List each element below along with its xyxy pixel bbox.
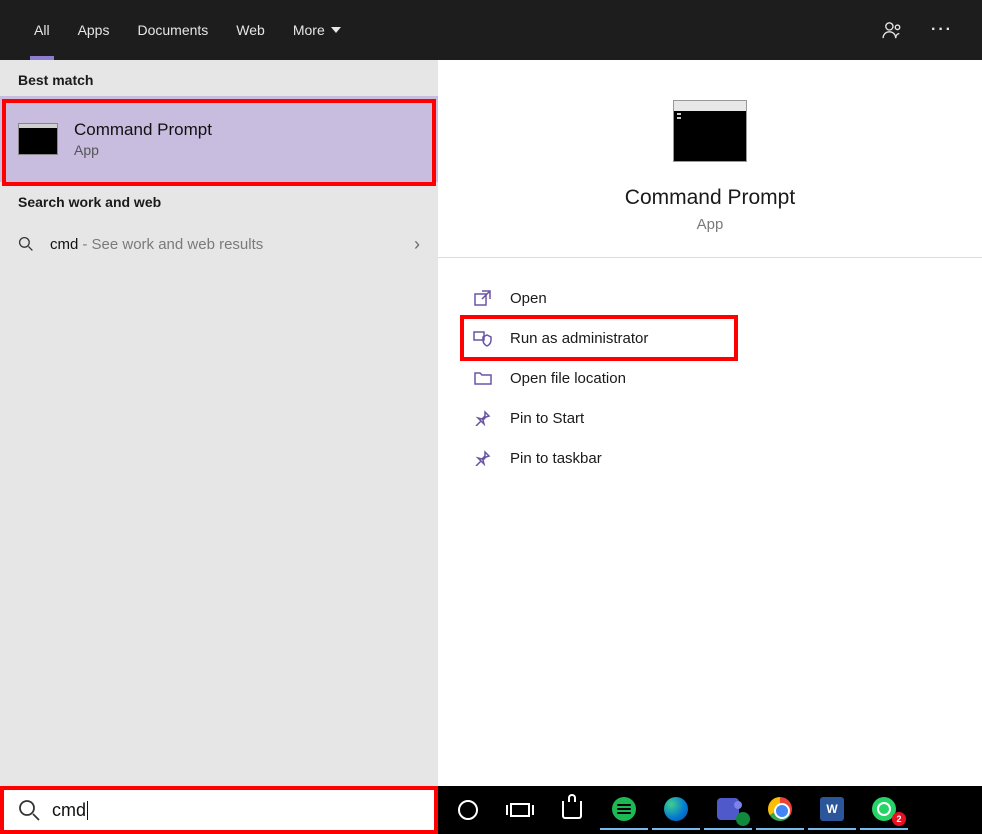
result-subtitle: App [74,142,212,158]
search-icon [18,236,34,252]
detail-title: Command Prompt [625,186,795,210]
pin-icon [472,408,494,428]
more-options-icon[interactable]: ··· [922,21,962,39]
command-prompt-icon [18,123,58,155]
taskbar-teams[interactable] [704,790,752,830]
taskbar-whatsapp[interactable]: 2 [860,790,908,830]
open-icon [472,288,494,308]
cortana-icon [458,800,478,820]
web-hint-text: - See work and web results [82,236,263,253]
taskbar-word[interactable]: W [808,790,856,830]
taskbar-edge[interactable] [652,790,700,830]
detail-panel: Command Prompt App Open Run as administr… [438,60,982,786]
filter-web[interactable]: Web [222,0,279,60]
search-icon [18,799,40,821]
word-icon: W [820,797,844,821]
chevron-down-icon [331,27,341,33]
action-open[interactable]: Open [468,278,952,318]
search-web-result[interactable]: cmd - See work and web results › [0,218,438,270]
filter-all[interactable]: All [20,0,64,60]
taskbar-cortana[interactable] [444,790,492,830]
results-panel: Best match Command Prompt App Search wor… [0,60,438,786]
taskbar-task-view[interactable] [496,790,544,830]
best-match-result[interactable]: Command Prompt App [0,96,438,182]
best-match-header: Best match [0,60,438,96]
status-available-badge [736,812,750,826]
action-pin-start-label: Pin to Start [510,410,584,427]
filter-more-label: More [293,22,325,38]
result-title: Command Prompt [74,120,212,140]
action-open-loc-label: Open file location [510,370,626,387]
task-view-icon [510,803,530,817]
filter-more[interactable]: More [279,0,355,60]
action-run-administrator[interactable]: Run as administrator [468,318,952,358]
taskbar: W 2 [438,786,982,834]
store-icon [562,801,582,819]
detail-subtitle: App [697,216,724,233]
action-run-admin-label: Run as administrator [510,330,648,347]
search-filter-bar: All Apps Documents Web More ··· [0,0,982,60]
search-input-box[interactable]: cmd [0,786,438,834]
action-pin-taskbar-label: Pin to taskbar [510,450,602,467]
spotify-icon [612,797,636,821]
action-pin-start[interactable]: Pin to Start [468,398,952,438]
action-open-file-location[interactable]: Open file location [468,358,952,398]
search-input-text: cmd [52,800,86,821]
taskbar-chrome[interactable] [756,790,804,830]
feedback-people-icon[interactable] [882,21,922,39]
action-open-label: Open [510,290,547,307]
chrome-icon [768,797,792,821]
folder-icon [472,368,494,388]
filter-documents[interactable]: Documents [123,0,222,60]
command-prompt-icon-large [673,100,747,162]
action-pin-taskbar[interactable]: Pin to taskbar [468,438,952,478]
taskbar-spotify[interactable] [600,790,648,830]
search-web-header: Search work and web [0,182,438,218]
web-query-text: cmd [50,236,78,253]
edge-icon [664,797,688,821]
pin-taskbar-icon [472,448,494,468]
notification-badge: 2 [892,812,906,826]
chevron-right-icon: › [414,234,420,255]
taskbar-store[interactable] [548,790,596,830]
shield-admin-icon [472,328,494,348]
filter-apps[interactable]: Apps [64,0,124,60]
